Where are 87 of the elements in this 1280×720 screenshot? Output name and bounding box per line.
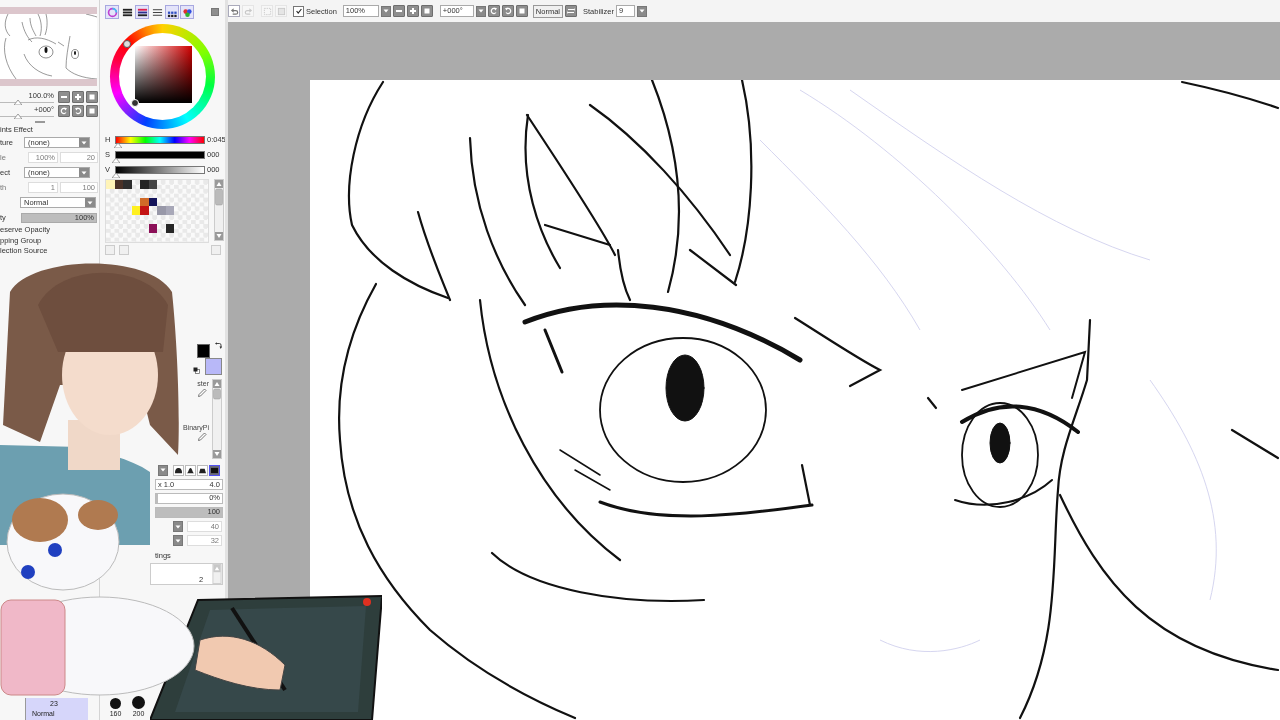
brush-tip-button[interactable] — [185, 464, 196, 476]
slider-thumb[interactable] — [13, 100, 22, 105]
hue-handle[interactable] — [123, 40, 131, 48]
color-swatch-icon[interactable] — [131, 206, 140, 216]
brush-tip-button[interactable] — [197, 464, 208, 476]
dropdown-button[interactable] — [173, 535, 183, 546]
triangle-shape-icon — [186, 466, 195, 474]
reset-rotation-button[interactable] — [86, 105, 98, 117]
pen-icon — [197, 388, 207, 398]
undo-icon — [229, 6, 239, 16]
rotate-right-icon — [503, 7, 512, 15]
zoom-in-button[interactable] — [72, 91, 84, 103]
color-swatch-icon[interactable] — [114, 180, 123, 189]
dropdown-button[interactable] — [158, 464, 168, 476]
hsv-sliders-toggle[interactable] — [135, 5, 149, 19]
color-bars-icon — [136, 6, 148, 18]
color-wheel-toggle[interactable] — [105, 5, 119, 19]
square-shape-icon — [210, 466, 219, 474]
brush-tip-button[interactable] — [209, 464, 220, 476]
slider-thumb[interactable] — [112, 157, 120, 163]
color-swatch-icon[interactable] — [106, 180, 115, 189]
checkmark-icon — [294, 7, 303, 15]
flip-button[interactable] — [565, 5, 578, 17]
slider-thumb[interactable] — [113, 142, 122, 148]
checkbox[interactable] — [293, 5, 304, 17]
color-dots-icon — [181, 6, 193, 18]
rotate-right-button[interactable] — [501, 5, 514, 17]
rotate-left-icon — [489, 7, 498, 15]
swatches-toggle[interactable] — [165, 5, 179, 19]
flip-arrows-icon — [567, 7, 576, 15]
lines-icon — [151, 6, 163, 18]
color-swatch-icon[interactable] — [165, 206, 174, 216]
dropdown-button[interactable] — [475, 5, 486, 17]
color-swatch-icon[interactable] — [140, 206, 149, 216]
color-wheel-icon — [106, 6, 118, 18]
slider-bars-icon — [121, 6, 133, 18]
swap-arrow-icon[interactable] — [215, 342, 222, 349]
brush-size-dot-icon[interactable] — [110, 698, 121, 709]
zoom-out-button[interactable] — [58, 91, 70, 103]
reset-rotation-button[interactable] — [515, 5, 528, 17]
brush-size-dot-icon[interactable] — [132, 696, 145, 709]
dropdown-button[interactable] — [380, 5, 391, 17]
reset-zoom-button[interactable] — [420, 5, 433, 17]
trapezoid-shape-icon — [198, 466, 207, 474]
brush-tip-button[interactable] — [173, 464, 184, 476]
rotate-right-icon — [74, 107, 82, 115]
rotate-left-button[interactable] — [487, 5, 500, 17]
color-swatch-icon[interactable] — [148, 180, 157, 189]
zoom-in-button[interactable] — [406, 5, 419, 17]
scrollbar[interactable] — [214, 179, 224, 241]
color-picker-handle[interactable] — [131, 99, 139, 107]
undo-button[interactable] — [228, 5, 240, 17]
square-icon — [276, 6, 286, 16]
color-swatch-icon[interactable] — [140, 197, 149, 207]
rotate-left-button[interactable] — [58, 105, 70, 117]
foreground-color-icon[interactable] — [197, 344, 210, 358]
slider-thumb[interactable] — [13, 114, 22, 119]
reset-zoom-button[interactable] — [86, 91, 98, 103]
redo-icon — [243, 6, 253, 16]
swatch-grid[interactable] — [105, 179, 209, 243]
color-swatch-icon[interactable] — [123, 180, 132, 189]
caret-down-icon — [381, 7, 390, 15]
plus-icon — [408, 7, 417, 15]
reset-colors-icon[interactable] — [193, 367, 200, 374]
scratchpad-toggle[interactable] — [180, 5, 194, 19]
color-swatch-icon[interactable] — [148, 224, 157, 233]
color-swatch-icon[interactable] — [140, 180, 149, 189]
color-swatch-icon[interactable] — [157, 206, 166, 216]
caret-down-icon — [476, 7, 485, 15]
dropdown-button[interactable] — [636, 5, 647, 17]
minus-icon — [60, 93, 68, 101]
background-color-icon[interactable] — [205, 358, 222, 375]
dropdown-button[interactable] — [173, 521, 183, 532]
caret-down-icon — [159, 466, 167, 474]
dashed-square-icon — [262, 6, 272, 16]
rotate-left-icon — [60, 107, 68, 115]
zoom-out-button[interactable] — [392, 5, 405, 17]
plus-icon — [74, 93, 82, 101]
scrollbar[interactable] — [212, 379, 222, 459]
scrollbar[interactable] — [212, 564, 222, 584]
pen-icon — [197, 432, 207, 442]
color-swatch-icon[interactable] — [148, 197, 157, 207]
minus-icon — [394, 7, 403, 15]
dome-shape-icon — [174, 466, 183, 474]
color-swatch-icon[interactable] — [165, 224, 174, 233]
caret-down-icon — [637, 7, 646, 15]
rotate-right-button[interactable] — [72, 105, 84, 117]
